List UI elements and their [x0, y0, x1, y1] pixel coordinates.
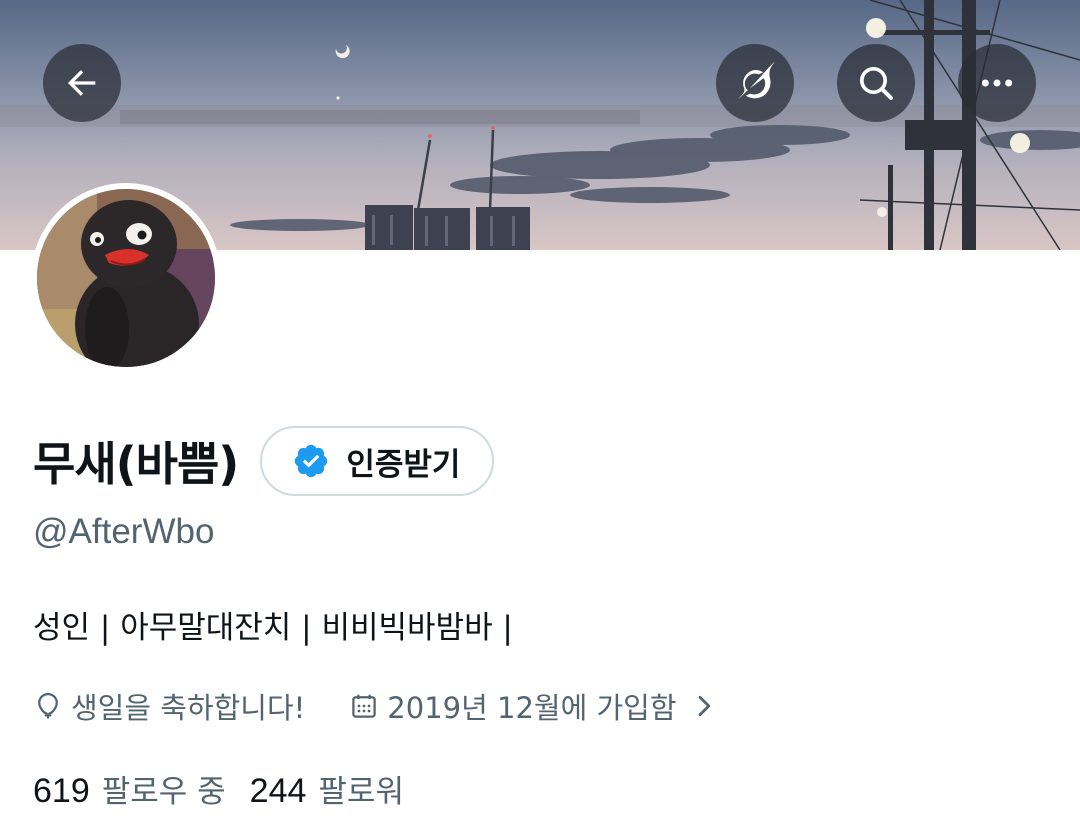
following-count: 619: [33, 772, 90, 810]
birthday-item: 생일을 축하합니다!: [33, 685, 305, 727]
birthday-text: 생일을 축하합니다!: [71, 691, 306, 725]
chevron-right-icon: [698, 695, 710, 717]
following-label: 팔로우 중: [101, 774, 226, 810]
profile-bio: 성인 | 아무말대잔치 | 비비빅바밤바 |: [33, 610, 513, 646]
grok-button[interactable]: [716, 44, 794, 122]
search-button[interactable]: [837, 44, 915, 122]
profile-page: 무새(바쁨) 인증받기 @AfterWbo 성인 | 아무말대잔치 | 비비빅바…: [0, 0, 1080, 836]
back-button[interactable]: [43, 44, 121, 122]
join-date-text: 2019년 12월에 가입함: [387, 691, 677, 725]
more-options-icon: [981, 79, 1013, 87]
grok-icon: [738, 61, 776, 100]
followers-label: 팔로워: [318, 774, 404, 810]
avatar-image: [37, 189, 215, 367]
penguin-plush-illustration: [37, 189, 215, 367]
balloon-icon: [38, 693, 58, 719]
more-options-button[interactable]: [958, 44, 1036, 122]
get-verified-label: 인증받기: [346, 446, 461, 483]
back-arrow-icon: [68, 70, 96, 96]
display-name: 무새(바쁨): [33, 437, 239, 491]
profile-avatar[interactable]: [31, 183, 221, 373]
follow-stats-row: 619 팔로우 중 244 팔로워: [33, 766, 404, 811]
verified-badge-icon: [295, 444, 328, 478]
calendar-icon: [352, 694, 377, 718]
name-row: 무새(바쁨) 인증받기: [33, 423, 495, 499]
profile-handle: @AfterWbo: [33, 512, 215, 551]
following-link[interactable]: 619 팔로우 중: [33, 766, 226, 811]
followers-link[interactable]: 244 팔로워: [250, 766, 404, 811]
search-icon: [860, 67, 893, 100]
get-verified-button[interactable]: 인증받기: [260, 426, 495, 496]
profile-meta-row: 생일을 축하합니다! 2019년 12월에 가입함: [33, 684, 717, 728]
followers-count: 244: [249, 772, 307, 810]
join-date-item[interactable]: 2019년 12월에 가입함: [349, 685, 716, 727]
